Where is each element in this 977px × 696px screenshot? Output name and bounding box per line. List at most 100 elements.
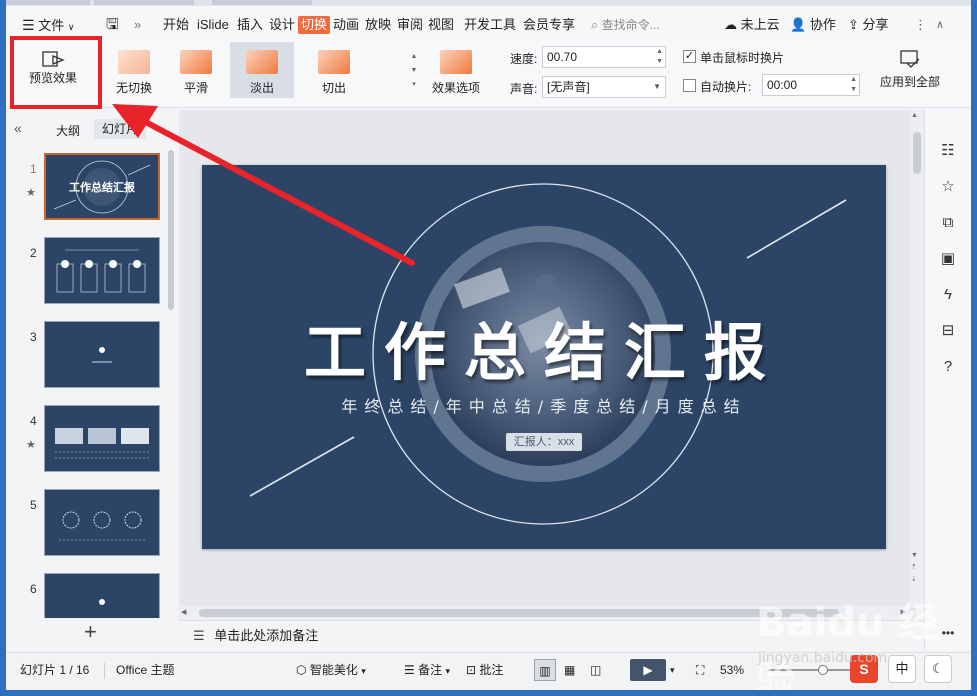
slide-number: 1	[30, 162, 37, 176]
collapse-panel-icon[interactable]: «	[14, 120, 22, 136]
outline-tab[interactable]: 大纲	[56, 122, 80, 139]
comment-icon: ⊡	[466, 663, 477, 677]
transition-smooth[interactable]: 平滑	[168, 42, 224, 98]
apply-to-all-button[interactable]: 应用到全部	[874, 44, 946, 98]
tab-review[interactable]: 审阅	[397, 6, 423, 44]
tab-insert[interactable]: 插入	[237, 6, 263, 44]
add-slide-button[interactable]: +	[84, 618, 97, 646]
tab-strip-segment	[212, 0, 312, 5]
transition-smooth-label: 平滑	[183, 81, 208, 95]
tab-design[interactable]: 设计	[269, 6, 295, 44]
on-click-checkbox[interactable]: ✓	[683, 50, 696, 63]
more-options-icon[interactable]: ⋮	[914, 6, 927, 44]
speed-input[interactable]: 00.70 ▲ ▼	[542, 46, 666, 68]
menu-bar: ☰ 文件 ∨ 🖫 » 开始 iSlide 插入 设计 切换 动画 放映 审阅 视…	[6, 6, 971, 44]
slide-thumbnail-4[interactable]	[44, 405, 160, 472]
divider	[104, 663, 105, 679]
tab-developer[interactable]: 开发工具	[464, 6, 516, 44]
tab-islide[interactable]: iSlide	[197, 6, 229, 44]
speed-label: 速度:	[510, 52, 538, 66]
auto-advance-input[interactable]: 00:00 ▲ ▼	[762, 74, 860, 96]
slide-thumbnail-3[interactable]	[44, 321, 160, 388]
auto-advance-checkbox[interactable]	[683, 79, 696, 92]
save-icon[interactable]: 🖫	[106, 6, 119, 44]
fit-window-icon[interactable]: ⛶	[696, 653, 704, 687]
app-window: ☰ 文件 ∨ 🖫 » 开始 iSlide 插入 设计 切换 动画 放映 审阅 视…	[6, 0, 971, 690]
tab-view[interactable]: 视图	[428, 6, 454, 44]
transition-smooth-thumb	[180, 50, 212, 74]
vertical-scrollbar[interactable]: ▲ ▼ ⇡ ⇣	[910, 110, 924, 608]
scroll-page-icons[interactable]: ▼ ⇡ ⇣	[911, 550, 918, 586]
slide-thumbnail-1[interactable]: 工作总结汇报	[44, 153, 160, 220]
slide-2-preview	[56, 249, 146, 293]
collab-button[interactable]: 👤 协作	[790, 6, 836, 44]
chevron-down-icon: ▾	[361, 666, 366, 676]
sound-label: 声音:	[510, 82, 538, 96]
auto-spinner-icon[interactable]: ▲ ▼	[850, 75, 857, 95]
transition-cut[interactable]: 切出	[302, 42, 366, 98]
on-click-label: 单击鼠标时换片	[700, 51, 785, 65]
notes-toggle[interactable]: ☰ 备注 ▾	[404, 653, 450, 687]
apply-all-icon	[900, 50, 920, 68]
properties-icon[interactable]: ☷	[937, 140, 959, 162]
more-chevron-icon[interactable]: »	[134, 6, 141, 44]
auto-advance-value: 00:00	[767, 78, 798, 92]
collab-label: 协作	[809, 17, 836, 32]
transition-none[interactable]: 无切换	[106, 42, 162, 98]
collapse-ribbon-icon[interactable]: ∧	[936, 6, 944, 44]
cloud-status[interactable]: ☁ 未上云	[724, 6, 780, 44]
smart-beautify-button[interactable]: ⬡ 智能美化 ▾	[296, 653, 366, 687]
flash-icon[interactable]: ϟ	[937, 284, 959, 306]
tab-animation[interactable]: 动画	[333, 6, 359, 44]
tab-slideshow[interactable]: 放映	[365, 6, 391, 44]
speed-spinner-icon[interactable]: ▲ ▼	[656, 47, 663, 67]
slide-number: 4	[30, 414, 37, 428]
hscroll-thumb[interactable]	[199, 609, 839, 617]
book-icon[interactable]: ⊟	[937, 320, 959, 342]
notes-toggle-label: 备注	[418, 663, 443, 677]
slide-subtitle: 年终总结/年中总结/季度总结/月度总结	[341, 397, 747, 416]
cloud-label: 未上云	[740, 17, 780, 32]
notes-lines-icon: ☰	[404, 663, 415, 677]
gallery-scroll[interactable]: ▲ ▼ ▾	[408, 50, 420, 94]
reading-view-icon[interactable]: ◫	[590, 653, 601, 687]
slide-thumbnail-2[interactable]	[44, 237, 160, 304]
transition-fade[interactable]: 淡出	[230, 42, 294, 98]
zoom-level[interactable]: 53%	[720, 653, 744, 687]
effect-options-button[interactable]: 效果选项	[424, 42, 488, 98]
transition-icon[interactable]: ⧉	[937, 212, 959, 234]
sound-select[interactable]: [无声音] ▼	[542, 76, 666, 98]
slides-tab[interactable]: 幻灯片	[94, 119, 146, 139]
play-options-icon[interactable]: ▾	[670, 653, 675, 687]
comments-button[interactable]: ⊡ 批注	[466, 653, 503, 687]
tab-home[interactable]: 开始	[163, 6, 189, 44]
sorter-view-icon[interactable]: ▦	[564, 653, 575, 687]
tab-member[interactable]: 会员专享	[523, 6, 575, 44]
share-icon: ⇪	[848, 17, 859, 32]
animation-icon[interactable]: ☆	[937, 176, 959, 198]
normal-view-icon[interactable]: ▥	[534, 659, 556, 681]
search-box[interactable]: ⌕ 查找命令...	[591, 15, 695, 35]
cloud-icon: ☁	[724, 17, 737, 32]
share-button[interactable]: ⇪ 分享	[848, 6, 889, 44]
scroll-thumb[interactable]	[913, 132, 921, 174]
highlight-box	[10, 36, 102, 109]
play-button[interactable]: ▶	[630, 659, 666, 681]
slide-5-preview	[59, 511, 145, 541]
transition-fade-label: 淡出	[249, 81, 274, 95]
design-icon[interactable]: ▣	[937, 248, 959, 270]
right-sidebar: ☷ ☆ ⧉ ▣ ϟ ⊟ ? •••	[924, 110, 971, 650]
scroll-left-icon[interactable]: ◀	[181, 608, 186, 616]
slide-count: 幻灯片 1 / 16	[20, 663, 90, 677]
slide-thumbnail-5[interactable]	[44, 489, 160, 556]
chevron-down-icon: ▾	[445, 666, 450, 676]
scroll-up-icon[interactable]: ▲	[911, 112, 918, 119]
panel-scrollbar[interactable]	[168, 150, 174, 310]
tab-transition[interactable]: 切换	[298, 16, 331, 34]
slide-thumbnail-6[interactable]	[44, 573, 160, 619]
search-icon: ⌕	[591, 17, 599, 32]
watermark-url: jingyan.baidu.com	[758, 650, 888, 666]
current-slide[interactable]: 工作总结汇报 年终总结/年中总结/季度总结/月度总结 汇报人：xxx	[202, 165, 886, 549]
help-icon[interactable]: ?	[937, 356, 959, 378]
reporter-label: 汇报人：xxx	[506, 433, 582, 451]
